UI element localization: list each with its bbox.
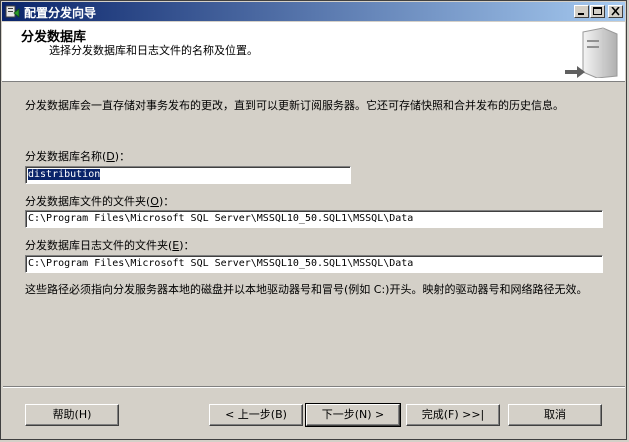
finish-button[interactable]: 完成(F) >>| — [406, 404, 500, 426]
close-button[interactable] — [608, 5, 623, 18]
page-description: 分发数据库会一直存储对事务发布的更改，直到可以更新订阅服务器。它还可存储快照和合… — [25, 99, 564, 112]
maximize-icon — [593, 7, 602, 15]
help-button[interactable]: 帮助(H) — [25, 404, 119, 426]
minimize-button[interactable] — [574, 5, 589, 18]
wizard-app-icon — [5, 5, 20, 18]
title-bar[interactable]: 配置分发向导 — [2, 2, 625, 21]
footer-separator — [3, 386, 625, 388]
db-name-label: 分发数据库名称(D)： — [25, 150, 131, 163]
back-button[interactable]: < 上一步(B) — [209, 404, 303, 426]
window-title: 配置分发向导 — [24, 6, 97, 20]
page-subtitle: 选择分发数据库和日志文件的名称及位置。 — [49, 44, 258, 57]
cancel-button[interactable]: 取消 — [508, 404, 602, 426]
path-note: 这些路径必须指向分发服务器本地的磁盘并以本地驱动器号和冒号(例如 C:)开头。映… — [25, 283, 588, 296]
db-name-input[interactable]: distribution — [25, 166, 351, 184]
next-button[interactable]: 下一步(N) > — [305, 403, 401, 427]
data-folder-label: 分发数据库文件的文件夹(O)： — [25, 195, 175, 208]
data-folder-input[interactable]: C:\Program Files\Microsoft SQL Server\MS… — [25, 210, 603, 228]
db-name-value: distribution — [28, 169, 101, 180]
minimize-icon — [578, 13, 584, 15]
maximize-button[interactable] — [590, 5, 605, 18]
log-folder-input[interactable]: C:\Program Files\Microsoft SQL Server\MS… — [25, 255, 603, 273]
log-folder-label: 分发数据库日志文件的文件夹(E)： — [25, 239, 195, 252]
close-icon — [611, 7, 620, 16]
wizard-window: 配置分发向导 分发数据库 选择分发数据库和日志文件的名称及位置。 分发数据库会一… — [0, 0, 627, 440]
wizard-header: 分发数据库 选择分发数据库和日志文件的名称及位置。 — [2, 22, 625, 82]
server-illustration-icon — [565, 27, 618, 78]
